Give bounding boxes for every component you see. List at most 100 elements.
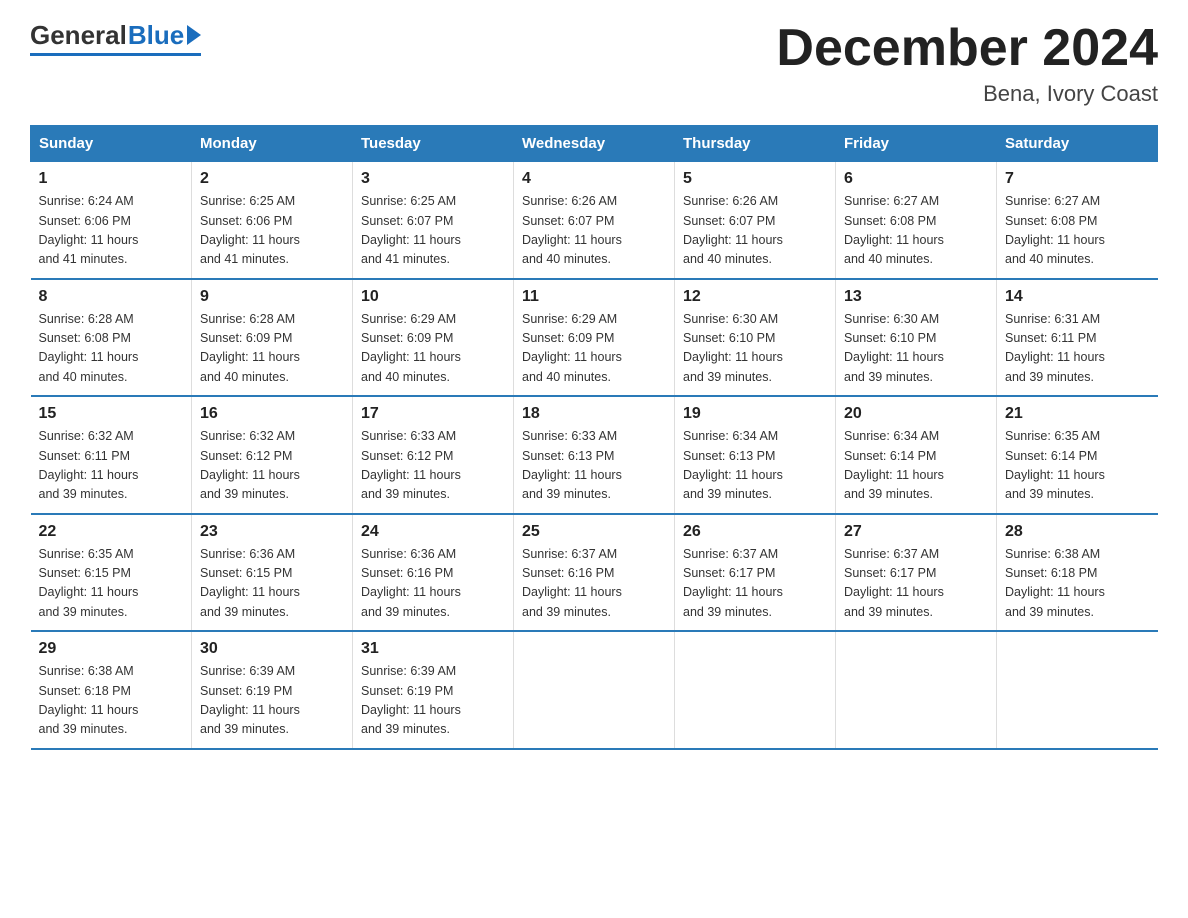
- weekday-header-thursday: Thursday: [675, 126, 836, 162]
- day-number: 25: [522, 523, 666, 541]
- day-number: 8: [39, 288, 184, 306]
- day-info: Sunrise: 6:36 AMSunset: 6:15 PMDaylight:…: [200, 545, 344, 623]
- day-info: Sunrise: 6:26 AMSunset: 6:07 PMDaylight:…: [522, 192, 666, 270]
- day-number: 10: [361, 288, 505, 306]
- day-number: 12: [683, 288, 827, 306]
- calendar-cell: 7 Sunrise: 6:27 AMSunset: 6:08 PMDayligh…: [997, 162, 1158, 279]
- calendar-cell: 22 Sunrise: 6:35 AMSunset: 6:15 PMDaylig…: [31, 514, 192, 632]
- calendar-week-4: 22 Sunrise: 6:35 AMSunset: 6:15 PMDaylig…: [31, 514, 1158, 632]
- day-number: 13: [844, 288, 988, 306]
- day-info: Sunrise: 6:27 AMSunset: 6:08 PMDaylight:…: [844, 192, 988, 270]
- calendar-cell: 27 Sunrise: 6:37 AMSunset: 6:17 PMDaylig…: [836, 514, 997, 632]
- day-info: Sunrise: 6:32 AMSunset: 6:12 PMDaylight:…: [200, 427, 344, 505]
- calendar-week-3: 15 Sunrise: 6:32 AMSunset: 6:11 PMDaylig…: [31, 396, 1158, 514]
- calendar-cell: 18 Sunrise: 6:33 AMSunset: 6:13 PMDaylig…: [514, 396, 675, 514]
- day-info: Sunrise: 6:29 AMSunset: 6:09 PMDaylight:…: [522, 310, 666, 388]
- calendar-cell: 24 Sunrise: 6:36 AMSunset: 6:16 PMDaylig…: [353, 514, 514, 632]
- day-number: 16: [200, 405, 344, 423]
- calendar-cell: 2 Sunrise: 6:25 AMSunset: 6:06 PMDayligh…: [192, 162, 353, 279]
- calendar-cell: 23 Sunrise: 6:36 AMSunset: 6:15 PMDaylig…: [192, 514, 353, 632]
- calendar-cell: 15 Sunrise: 6:32 AMSunset: 6:11 PMDaylig…: [31, 396, 192, 514]
- calendar-cell: 8 Sunrise: 6:28 AMSunset: 6:08 PMDayligh…: [31, 279, 192, 397]
- calendar-cell: 31 Sunrise: 6:39 AMSunset: 6:19 PMDaylig…: [353, 631, 514, 749]
- day-info: Sunrise: 6:38 AMSunset: 6:18 PMDaylight:…: [1005, 545, 1150, 623]
- day-number: 14: [1005, 288, 1150, 306]
- calendar-cell: 25 Sunrise: 6:37 AMSunset: 6:16 PMDaylig…: [514, 514, 675, 632]
- day-number: 5: [683, 170, 827, 188]
- calendar-cell: 11 Sunrise: 6:29 AMSunset: 6:09 PMDaylig…: [514, 279, 675, 397]
- day-info: Sunrise: 6:31 AMSunset: 6:11 PMDaylight:…: [1005, 310, 1150, 388]
- calendar-table: SundayMondayTuesdayWednesdayThursdayFrid…: [30, 125, 1158, 750]
- calendar-cell: [997, 631, 1158, 749]
- weekday-header-monday: Monday: [192, 126, 353, 162]
- calendar-cell: 3 Sunrise: 6:25 AMSunset: 6:07 PMDayligh…: [353, 162, 514, 279]
- weekday-header-friday: Friday: [836, 126, 997, 162]
- day-info: Sunrise: 6:34 AMSunset: 6:13 PMDaylight:…: [683, 427, 827, 505]
- calendar-cell: 5 Sunrise: 6:26 AMSunset: 6:07 PMDayligh…: [675, 162, 836, 279]
- calendar-week-1: 1 Sunrise: 6:24 AMSunset: 6:06 PMDayligh…: [31, 162, 1158, 279]
- day-info: Sunrise: 6:26 AMSunset: 6:07 PMDaylight:…: [683, 192, 827, 270]
- day-info: Sunrise: 6:32 AMSunset: 6:11 PMDaylight:…: [39, 427, 184, 505]
- calendar-cell: 13 Sunrise: 6:30 AMSunset: 6:10 PMDaylig…: [836, 279, 997, 397]
- day-number: 7: [1005, 170, 1150, 188]
- calendar-cell: [675, 631, 836, 749]
- day-info: Sunrise: 6:33 AMSunset: 6:13 PMDaylight:…: [522, 427, 666, 505]
- page-header: General Blue December 2024 Bena, Ivory C…: [30, 20, 1158, 107]
- calendar-cell: 21 Sunrise: 6:35 AMSunset: 6:14 PMDaylig…: [997, 396, 1158, 514]
- calendar-cell: 28 Sunrise: 6:38 AMSunset: 6:18 PMDaylig…: [997, 514, 1158, 632]
- day-number: 18: [522, 405, 666, 423]
- day-number: 1: [39, 170, 184, 188]
- day-info: Sunrise: 6:28 AMSunset: 6:09 PMDaylight:…: [200, 310, 344, 388]
- logo-arrow-icon: [187, 25, 201, 45]
- calendar-cell: 1 Sunrise: 6:24 AMSunset: 6:06 PMDayligh…: [31, 162, 192, 279]
- day-info: Sunrise: 6:25 AMSunset: 6:06 PMDaylight:…: [200, 192, 344, 270]
- day-info: Sunrise: 6:39 AMSunset: 6:19 PMDaylight:…: [200, 662, 344, 740]
- day-number: 23: [200, 523, 344, 541]
- calendar-cell: 9 Sunrise: 6:28 AMSunset: 6:09 PMDayligh…: [192, 279, 353, 397]
- day-info: Sunrise: 6:36 AMSunset: 6:16 PMDaylight:…: [361, 545, 505, 623]
- calendar-cell: 6 Sunrise: 6:27 AMSunset: 6:08 PMDayligh…: [836, 162, 997, 279]
- day-number: 4: [522, 170, 666, 188]
- day-number: 15: [39, 405, 184, 423]
- day-info: Sunrise: 6:38 AMSunset: 6:18 PMDaylight:…: [39, 662, 184, 740]
- calendar-week-5: 29 Sunrise: 6:38 AMSunset: 6:18 PMDaylig…: [31, 631, 1158, 749]
- day-info: Sunrise: 6:34 AMSunset: 6:14 PMDaylight:…: [844, 427, 988, 505]
- calendar-week-2: 8 Sunrise: 6:28 AMSunset: 6:08 PMDayligh…: [31, 279, 1158, 397]
- logo-general: General: [30, 20, 127, 51]
- day-number: 29: [39, 640, 184, 658]
- calendar-cell: 20 Sunrise: 6:34 AMSunset: 6:14 PMDaylig…: [836, 396, 997, 514]
- day-number: 6: [844, 170, 988, 188]
- day-info: Sunrise: 6:30 AMSunset: 6:10 PMDaylight:…: [844, 310, 988, 388]
- calendar-cell: 16 Sunrise: 6:32 AMSunset: 6:12 PMDaylig…: [192, 396, 353, 514]
- weekday-header-sunday: Sunday: [31, 126, 192, 162]
- calendar-cell: [514, 631, 675, 749]
- day-info: Sunrise: 6:25 AMSunset: 6:07 PMDaylight:…: [361, 192, 505, 270]
- day-number: 24: [361, 523, 505, 541]
- day-info: Sunrise: 6:30 AMSunset: 6:10 PMDaylight:…: [683, 310, 827, 388]
- day-number: 17: [361, 405, 505, 423]
- day-number: 19: [683, 405, 827, 423]
- day-info: Sunrise: 6:35 AMSunset: 6:14 PMDaylight:…: [1005, 427, 1150, 505]
- day-number: 30: [200, 640, 344, 658]
- page-subtitle: Bena, Ivory Coast: [776, 81, 1158, 107]
- day-info: Sunrise: 6:35 AMSunset: 6:15 PMDaylight:…: [39, 545, 184, 623]
- calendar-cell: 29 Sunrise: 6:38 AMSunset: 6:18 PMDaylig…: [31, 631, 192, 749]
- day-number: 27: [844, 523, 988, 541]
- calendar-cell: 30 Sunrise: 6:39 AMSunset: 6:19 PMDaylig…: [192, 631, 353, 749]
- day-number: 28: [1005, 523, 1150, 541]
- day-number: 20: [844, 405, 988, 423]
- logo-blue-text: Blue: [128, 20, 184, 51]
- logo: General Blue: [30, 20, 201, 56]
- title-area: December 2024 Bena, Ivory Coast: [776, 20, 1158, 107]
- calendar-cell: 26 Sunrise: 6:37 AMSunset: 6:17 PMDaylig…: [675, 514, 836, 632]
- calendar-body: 1 Sunrise: 6:24 AMSunset: 6:06 PMDayligh…: [31, 162, 1158, 749]
- calendar-cell: 14 Sunrise: 6:31 AMSunset: 6:11 PMDaylig…: [997, 279, 1158, 397]
- calendar-header: SundayMondayTuesdayWednesdayThursdayFrid…: [31, 126, 1158, 162]
- weekday-header-row: SundayMondayTuesdayWednesdayThursdayFrid…: [31, 126, 1158, 162]
- day-info: Sunrise: 6:37 AMSunset: 6:17 PMDaylight:…: [683, 545, 827, 623]
- day-info: Sunrise: 6:29 AMSunset: 6:09 PMDaylight:…: [361, 310, 505, 388]
- day-number: 22: [39, 523, 184, 541]
- calendar-cell: 10 Sunrise: 6:29 AMSunset: 6:09 PMDaylig…: [353, 279, 514, 397]
- day-info: Sunrise: 6:39 AMSunset: 6:19 PMDaylight:…: [361, 662, 505, 740]
- day-info: Sunrise: 6:37 AMSunset: 6:17 PMDaylight:…: [844, 545, 988, 623]
